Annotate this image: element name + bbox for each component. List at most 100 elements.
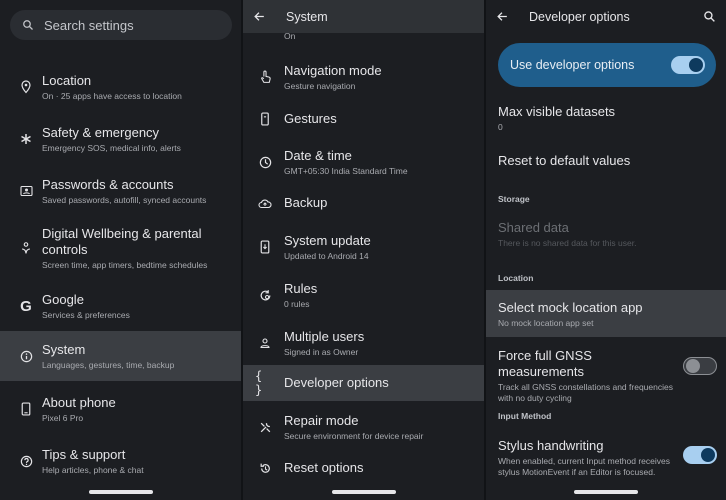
settings-item-location[interactable]: Location On · 25 apps have access to loca…: [0, 68, 241, 106]
toggle-knob: [701, 448, 715, 462]
gesture-handle[interactable]: [88, 490, 153, 494]
settings-item-about[interactable]: About phone Pixel 6 Pro: [0, 390, 241, 428]
item-subtitle: No mock location app set: [498, 318, 594, 328]
item-title: Stylus handwriting: [498, 438, 604, 453]
page-title: Developer options: [529, 9, 630, 24]
item-title: System: [42, 341, 86, 357]
system-item-users[interactable]: Multiple users Signed in as Owner: [243, 324, 484, 362]
rules-icon: [257, 287, 273, 303]
gestures-icon: [257, 111, 273, 127]
item-subtitle: On · 25 apps have access to location: [42, 90, 182, 101]
system-item-rules[interactable]: Rules 0 rules: [243, 276, 484, 314]
item-subtitle: Updated to Android 14: [284, 250, 369, 261]
settings-item-passwords[interactable]: Passwords & accounts Saved passwords, aut…: [0, 172, 241, 210]
item-title: Safety & emergency: [42, 124, 160, 140]
item-title: System update: [284, 232, 371, 248]
system-item-reset[interactable]: Reset options: [243, 457, 484, 479]
item-subtitle: Secure environment for device repair: [284, 430, 424, 441]
item-subtitle: Gesture navigation: [284, 80, 356, 91]
item-subtitle: Signed in as Owner: [284, 346, 359, 357]
partial-subtitle: On: [284, 31, 296, 41]
item-subtitle: Help articles, phone & chat: [42, 464, 144, 475]
item-title: Tips & support: [42, 446, 126, 462]
item-subtitle: GMT+05:30 India Standard Time: [284, 165, 408, 176]
system-item-date-time[interactable]: Date & time GMT+05:30 India Standard Time: [243, 143, 484, 181]
item-title: Navigation mode: [284, 62, 382, 78]
gesture-handle[interactable]: [574, 490, 638, 494]
settings-panel: Search settings Location On · 25 apps hav…: [0, 0, 241, 500]
system-app-bar: System: [243, 0, 484, 33]
reset-icon: [257, 460, 273, 476]
back-arrow-icon[interactable]: [496, 10, 509, 28]
input-method-header: Input Method: [498, 411, 552, 421]
braces-icon: { }: [255, 369, 263, 397]
gesture-handle[interactable]: [331, 490, 396, 494]
shared-data-item: Shared data There is no shared data for …: [498, 220, 680, 249]
item-title: Date & time: [284, 147, 352, 163]
search-bar[interactable]: Search settings: [10, 10, 232, 40]
item-subtitle: Emergency SOS, medical info, alerts: [42, 142, 181, 153]
item-title: Passwords & accounts: [42, 176, 174, 192]
clock-icon: [257, 154, 273, 170]
settings-item-google[interactable]: G Google Services & preferences: [0, 287, 241, 325]
system-item-gestures[interactable]: Gestures: [243, 108, 484, 130]
settings-item-tips[interactable]: Tips & support Help articles, phone & cha…: [0, 442, 241, 480]
force-gnss-toggle[interactable]: [683, 357, 717, 375]
item-title: Location: [42, 72, 92, 88]
location-header: Location: [498, 273, 534, 283]
system-update-icon: [257, 239, 273, 255]
settings-item-safety[interactable]: Safety & emergency Emergency SOS, medical…: [0, 120, 241, 158]
system-item-navigation[interactable]: Navigation mode Gesture navigation: [243, 58, 484, 96]
reset-default-values-item[interactable]: Reset to default values: [498, 153, 680, 169]
item-title: Multiple users: [284, 328, 365, 344]
item-subtitle: Screen time, app timers, bedtime schedul…: [42, 259, 208, 270]
item-title: Backup: [284, 195, 328, 210]
phone-icon: [18, 401, 34, 417]
item-value: 0: [498, 122, 503, 132]
item-subtitle: Saved passwords, autofill, synced accoun…: [42, 194, 207, 205]
stylus-handwriting-toggle[interactable]: [683, 446, 717, 464]
system-item-update[interactable]: System update Updated to Android 14: [243, 228, 484, 266]
system-item-repair[interactable]: Repair mode Secure environment for device…: [243, 408, 484, 446]
item-subtitle: Services & preferences: [42, 309, 130, 320]
info-icon: [18, 348, 34, 364]
settings-item-wellbeing[interactable]: Digital Wellbeing & parental controls Scr…: [0, 224, 241, 272]
item-title: Rules: [284, 280, 318, 296]
wellbeing-icon: [18, 240, 34, 256]
search-icon: [23, 20, 33, 30]
settings-item-system[interactable]: System Languages, gestures, time, backup: [0, 331, 241, 381]
stylus-handwriting-item[interactable]: Stylus handwriting When enabled, current…: [498, 438, 680, 478]
max-visible-datasets-item[interactable]: Max visible datasets 0: [498, 104, 680, 133]
person-icon: [257, 335, 273, 351]
item-title: Google: [42, 291, 84, 307]
wrench-icon: [257, 419, 273, 435]
system-item-developer[interactable]: { } Developer options: [243, 365, 484, 401]
search-icon[interactable]: [703, 10, 716, 28]
item-subtitle: Track all GNSS constellations and freque…: [498, 382, 673, 403]
item-subtitle: Languages, gestures, time, backup: [42, 359, 175, 370]
toggle-knob: [686, 359, 700, 373]
select-mock-location-row[interactable]: Select mock location app No mock locatio…: [486, 290, 726, 337]
item-title: Force full GNSS measurements: [498, 348, 592, 379]
google-icon: G: [20, 297, 32, 315]
item-title: Gestures: [284, 111, 337, 126]
cloud-icon: [257, 195, 273, 211]
use-developer-options-toggle[interactable]: [671, 56, 705, 74]
developer-app-bar: Developer options: [486, 0, 726, 33]
id-card-icon: [18, 183, 34, 199]
item-title: Shared data: [498, 220, 569, 235]
item-title: Reset options: [284, 460, 364, 475]
page-title: System: [286, 9, 328, 24]
item-title: Developer options: [284, 375, 389, 390]
location-pin-icon: [18, 79, 34, 95]
item-subtitle: There is no shared data for this user.: [498, 238, 637, 248]
item-subtitle: Pixel 6 Pro: [42, 412, 84, 423]
search-placeholder: Search settings: [44, 17, 134, 33]
system-item-backup[interactable]: Backup: [243, 192, 484, 214]
item-title: Digital Wellbeing & parental controls: [42, 225, 202, 257]
item-title: Reset to default values: [498, 153, 631, 168]
force-gnss-item[interactable]: Force full GNSS measurements Track all G…: [498, 348, 680, 404]
use-developer-options-card[interactable]: Use developer options: [498, 43, 716, 87]
back-arrow-icon[interactable]: [253, 10, 266, 28]
item-subtitle: 0 rules: [284, 298, 310, 309]
